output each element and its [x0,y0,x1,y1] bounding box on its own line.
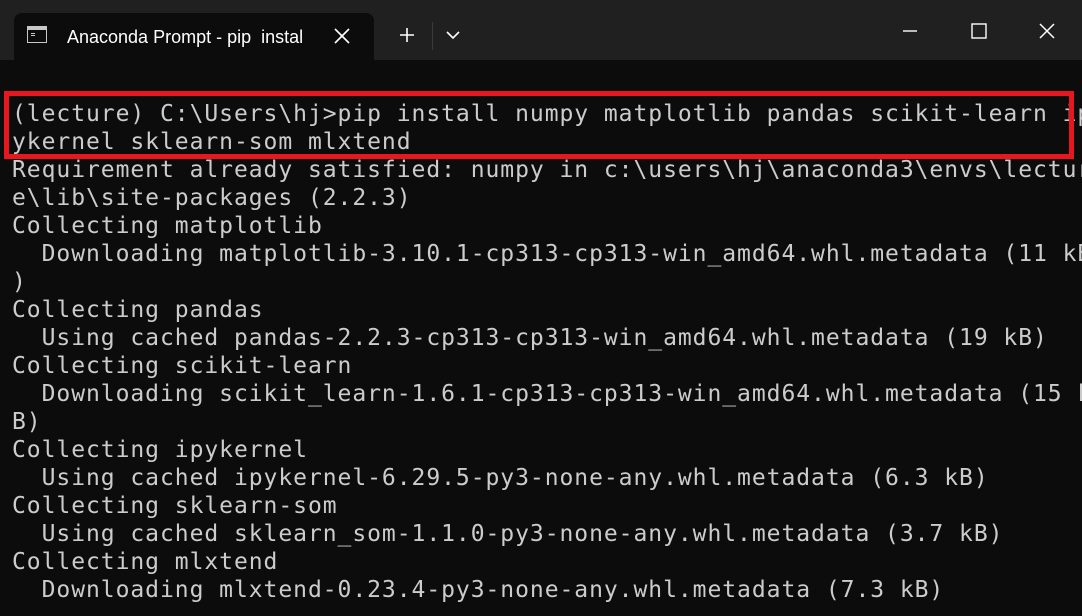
command-prompt-icon [27,26,47,43]
plus-icon [400,28,414,42]
output-line: Downloading scikit_learn-1.6.1-cp313-cp3… [12,381,1082,407]
output-line: Collecting pandas [12,297,264,323]
command-line-continuation: ykernel sklearn-som mlxtend [12,129,412,155]
minimize-icon [903,30,917,32]
output-line: Collecting ipykernel [12,437,308,463]
close-icon [334,28,350,44]
maximize-icon [971,23,987,39]
new-tab-button[interactable] [389,17,425,53]
output-line: Downloading mlxtend-0.23.4-py3-none-any.… [12,577,945,603]
tab-dropdown-button[interactable] [439,17,467,53]
maximize-button[interactable] [955,11,1001,51]
output-line: Collecting sklearn-som [12,493,338,519]
title-bar: Anaconda Prompt - pip instal [0,0,1082,60]
tab-title: Anaconda Prompt - pip instal [67,27,304,47]
output-line: Collecting scikit-learn [12,353,353,379]
chevron-down-icon [446,31,460,40]
output-line: Using cached pandas-2.2.3-cp313-cp313-wi… [12,325,1048,351]
terminal-output[interactable]: (lecture) C:\Users\hj>pip install numpy … [0,60,1082,616]
output-line: Collecting matplotlib [12,213,323,239]
output-line: ) [12,269,27,295]
close-tab-button[interactable] [330,24,354,48]
output-line: Using cached ipykernel-6.29.5-py3-none-a… [12,465,989,491]
command-line: (lecture) C:\Users\hj>pip install numpy … [12,101,1082,127]
output-line: Downloading matplotlib-3.10.1-cp313-cp31… [12,241,1082,267]
terminal-window: Anaconda Prompt - pip instal (lecture) C… [0,0,1082,616]
output-line: Requirement already satisfied: numpy in … [12,157,1082,183]
output-line: e\lib\site-packages (2.2.3) [12,185,412,211]
output-line: Collecting mlxtend [12,549,279,575]
tab-separator [432,22,433,50]
output-line: Using cached sklearn_som-1.1.0-py3-none-… [12,521,1004,547]
minimize-button[interactable] [886,11,932,51]
close-icon [1039,23,1055,39]
active-tab[interactable]: Anaconda Prompt - pip instal [14,13,374,60]
close-window-button[interactable] [1024,11,1070,51]
output-line: B) [12,409,42,435]
